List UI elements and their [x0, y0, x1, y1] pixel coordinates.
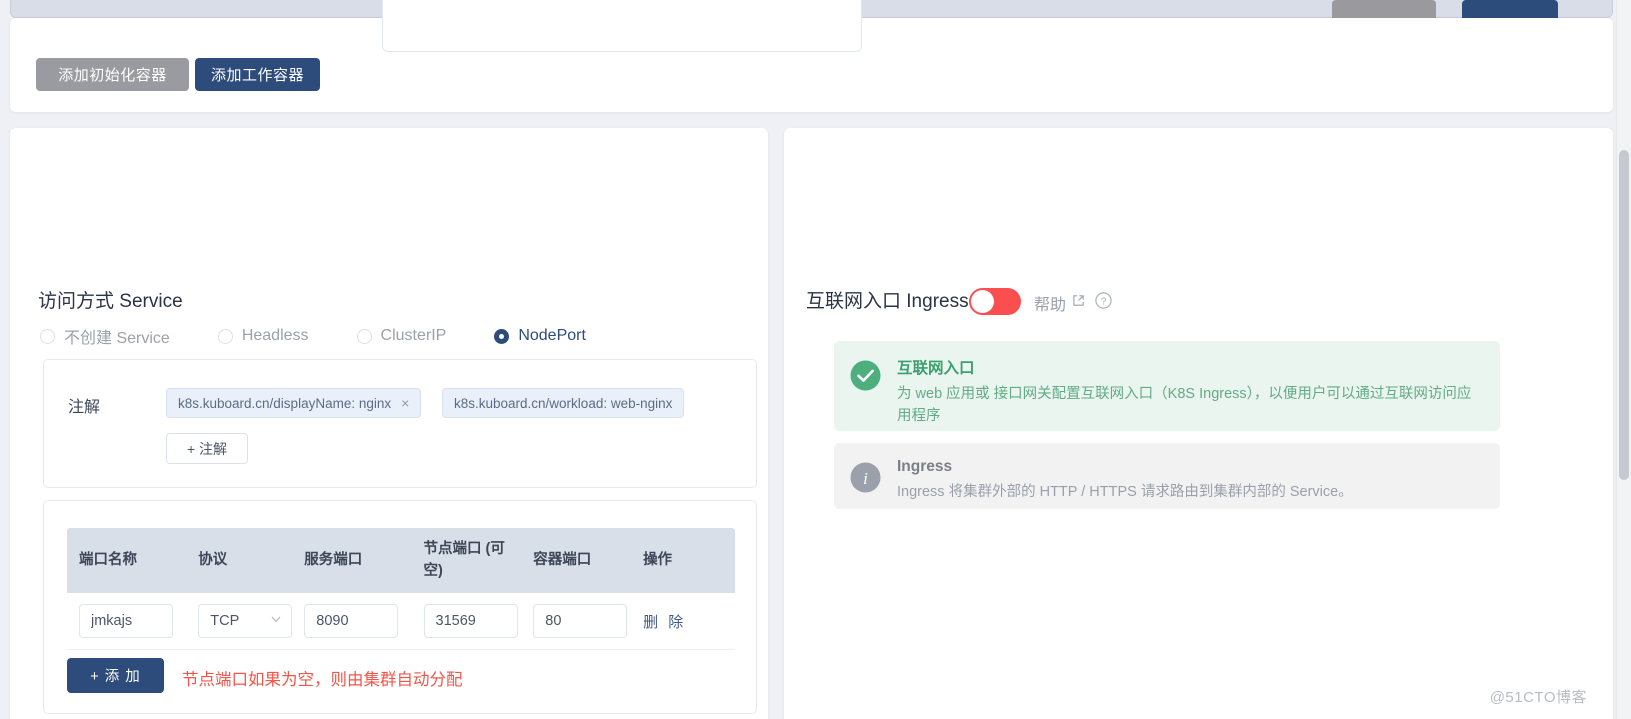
- alert-body: 互联网入口 为 web 应用或 接口网关配置互联网入口（K8S Ingress）…: [897, 356, 1482, 424]
- add-init-container-button[interactable]: 添加初始化容器: [36, 58, 189, 91]
- containers-card: 添加初始化容器 添加工作容器: [10, 0, 1613, 112]
- radio-label: Headless: [241, 327, 309, 344]
- ingress-info-alert: i Ingress Ingress 将集群外部的 HTTP / HTTPS 请求…: [834, 443, 1500, 509]
- help-label: 帮助: [1034, 297, 1067, 314]
- radio-dot-icon: [40, 328, 55, 344]
- radio-no-service[interactable]: 不创建 Service: [40, 324, 170, 348]
- service-type-radio-group: 不创建 Service Headless ClusterIP NodePort: [40, 324, 634, 348]
- cell-node-port: [411, 593, 522, 650]
- radio-headless[interactable]: Headless: [217, 327, 309, 345]
- svg-text:?: ?: [1101, 296, 1107, 307]
- ingress-card: 互联网入口 Ingress 帮助 ? 互联网入口 为 web 应用或 接口网关配…: [784, 128, 1613, 719]
- ingress-success-alert: 互联网入口 为 web 应用或 接口网关配置互联网入口（K8S Ingress）…: [834, 341, 1500, 431]
- radio-dot-icon: [356, 328, 372, 344]
- delete-port-link[interactable]: 删 除: [643, 614, 686, 631]
- alert-description: Ingress 将集群外部的 HTTP / HTTPS 请求路由到集群内部的 S…: [897, 484, 1353, 500]
- app-root: 添加初始化容器 添加工作容器 访问方式 Service 不创建 Service …: [0, 0, 1631, 719]
- service-card: 访问方式 Service 不创建 Service Headless Cluste…: [10, 128, 768, 719]
- svg-text:i: i: [863, 469, 868, 488]
- service-port-input[interactable]: [304, 604, 399, 638]
- ports-header-row: 端口名称 协议 服务端口 节点端口 (可空) 容器端口 操作: [67, 528, 735, 593]
- ports-table: 端口名称 协议 服务端口 节点端口 (可空) 容器端口 操作 jmkajs TC…: [67, 528, 735, 650]
- alert-body: Ingress Ingress 将集群外部的 HTTP / HTTPS 请求路由…: [897, 458, 1482, 500]
- annotation-tag-text: k8s.kuboard.cn/displayName: nginx: [178, 395, 392, 411]
- alert-title: Ingress: [897, 458, 953, 475]
- alert-description: 为 web 应用或 接口网关配置互联网入口（K8S Ingress），以便用户可…: [897, 386, 1472, 425]
- node-port-hint: 节点端口如果为空，则由集群自动分配: [182, 671, 463, 689]
- annotations-label: 注解: [68, 399, 101, 416]
- th-operations: 操作: [631, 528, 735, 593]
- radio-dot-icon: [494, 328, 510, 344]
- ports-panel: 端口名称 协议 服务端口 节点端口 (可空) 容器端口 操作 jmkajs TC…: [43, 500, 757, 714]
- service-section-title: 访问方式 Service: [38, 291, 183, 312]
- cell-protocol: [186, 593, 293, 650]
- ingress-section-title: 互联网入口 Ingress: [806, 291, 969, 312]
- annotations-panel: 注解 k8s.kuboard.cn/displayName: nginx × k…: [43, 359, 757, 488]
- ports-table-body: 删 除: [67, 593, 735, 650]
- radio-label: 不创建 Service: [64, 330, 170, 347]
- external-link-icon[interactable]: [1072, 294, 1085, 312]
- cell-operations: 删 除: [631, 593, 735, 650]
- radio-clusterip[interactable]: ClusterIP: [356, 327, 447, 345]
- th-protocol: 协议: [186, 528, 293, 593]
- radio-nodeport[interactable]: NodePort: [494, 327, 586, 345]
- ports-table-head: 端口名称 协议 服务端口 节点端口 (可空) 容器端口 操作: [67, 528, 735, 593]
- annotation-tag[interactable]: k8s.kuboard.cn/displayName: nginx ×: [166, 388, 422, 418]
- protocol-select-value[interactable]: [198, 604, 293, 638]
- node-port-input[interactable]: [423, 604, 518, 638]
- cell-service-port: [292, 593, 412, 650]
- container-inner-box: [382, 0, 862, 52]
- radio-label: ClusterIP: [380, 327, 447, 344]
- alert-title: 互联网入口: [897, 360, 975, 377]
- th-container-port: 容器端口: [521, 528, 632, 593]
- annotation-tag-text: k8s.kuboard.cn/workload: web-nginx: [454, 395, 673, 411]
- annotation-tag[interactable]: k8s.kuboard.cn/workload: web-nginx: [442, 388, 685, 418]
- th-port-name: 端口名称: [67, 528, 187, 593]
- cell-port-name: [67, 593, 187, 650]
- add-work-container-button[interactable]: 添加工作容器: [195, 58, 320, 91]
- container-port-input[interactable]: [533, 604, 628, 638]
- info-circle-icon: i: [850, 462, 881, 494]
- add-annotation-button[interactable]: + 注解: [166, 433, 248, 464]
- page-scrollbar-thumb[interactable]: [1619, 150, 1629, 480]
- ingress-toggle[interactable]: [969, 288, 1021, 315]
- toggle-knob: [971, 290, 994, 313]
- watermark: @51CTO博客: [1489, 689, 1587, 706]
- question-circle-icon[interactable]: ?: [1095, 292, 1112, 314]
- radio-dot-icon: [217, 328, 233, 344]
- th-node-port: 节点端口 (可空): [411, 528, 522, 593]
- add-port-button[interactable]: + 添 加: [67, 658, 164, 693]
- port-name-input[interactable]: [79, 604, 173, 638]
- check-circle-icon: [850, 360, 881, 416]
- cell-container-port: [521, 593, 632, 650]
- radio-label: NodePort: [518, 327, 586, 344]
- th-service-port: 服务端口: [292, 528, 412, 593]
- page-scrollbar[interactable]: [1616, 0, 1631, 719]
- protocol-select[interactable]: [198, 604, 293, 638]
- close-icon[interactable]: ×: [401, 396, 409, 410]
- ingress-help-link[interactable]: 帮助 ?: [1034, 291, 1112, 315]
- table-row: 删 除: [67, 593, 735, 650]
